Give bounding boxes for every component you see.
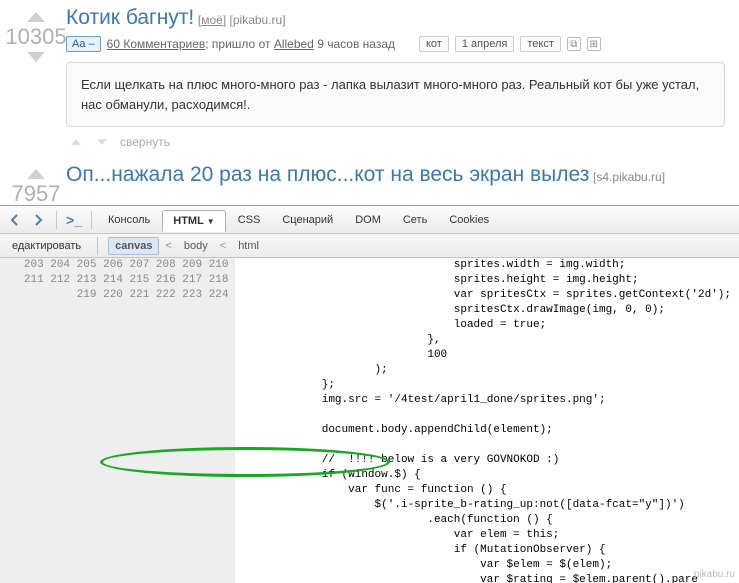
vote-column: 10305 <box>6 6 66 133</box>
author-link[interactable]: Allebed <box>274 37 314 51</box>
post-body: Если щелкать на плюс много-много раз - л… <box>66 62 725 127</box>
collapse-label[interactable]: свернуть <box>120 135 170 149</box>
collapse-row: свернуть <box>0 135 739 149</box>
nav-back-icon[interactable] <box>4 210 26 230</box>
post-content: Оп...нажала 20 раз на плюс...кот на весь… <box>66 163 729 207</box>
line-gutter: 203 204 205 206 207 208 209 210 211 212 … <box>0 258 235 583</box>
separator <box>91 211 92 229</box>
post-domain: [s4.pikabu.ru] <box>593 170 665 184</box>
nav-forward-icon[interactable] <box>28 210 50 230</box>
chevron-down-icon: ▼ <box>207 217 215 226</box>
vote-score: 7957 <box>12 183 61 205</box>
vote-score: 10305 <box>5 26 66 48</box>
upvote-icon[interactable] <box>25 167 47 181</box>
watermark: pikabu.ru <box>694 569 735 580</box>
upvote-icon[interactable] <box>25 10 47 24</box>
expand-icon[interactable]: ⊞ <box>587 37 601 51</box>
post-1: 10305 Котик багнут! [моё] [pikabu.ru] Aa… <box>0 0 739 133</box>
devtools-panel: >_ Консоль HTML▼ CSS Сценарий DOM Сеть C… <box>0 205 739 582</box>
edit-button[interactable]: едактировать <box>6 238 87 254</box>
tag[interactable]: кот <box>419 36 449 52</box>
tab-console[interactable]: Консоль <box>98 210 160 230</box>
collapse-down-icon[interactable] <box>96 139 107 146</box>
breadcrumb-html[interactable]: html <box>232 238 265 254</box>
tab-script[interactable]: Сценарий <box>272 210 343 230</box>
tab-cookies[interactable]: Cookies <box>439 210 499 230</box>
devtools-toolbar: >_ Консоль HTML▼ CSS Сценарий DOM Сеть C… <box>0 206 739 234</box>
post-title-meta: [моё] [pikabu.ru] <box>198 13 286 27</box>
post-meta-row: Aa – 60 Комментариев; пришло от Allebed … <box>66 36 729 52</box>
comments-link[interactable]: 60 Комментариев <box>107 37 206 51</box>
copy-icon[interactable]: ⧉ <box>567 37 581 51</box>
tab-html[interactable]: HTML▼ <box>162 210 225 232</box>
code-lines[interactable]: sprites.width = img.width; sprites.heigh… <box>235 258 739 583</box>
post-title[interactable]: Котик багнут! <box>66 6 194 29</box>
mine-label[interactable]: моё <box>201 13 223 27</box>
downvote-icon[interactable] <box>25 50 47 64</box>
tab-dom[interactable]: DOM <box>345 210 391 230</box>
font-size-badge[interactable]: Aa – <box>66 36 101 52</box>
devtools-breadcrumb: едактировать canvas < body < html <box>0 234 739 258</box>
chevron-left-icon: < <box>165 240 171 252</box>
post-2: 7957 Оп...нажала 20 раз на плюс...кот на… <box>0 149 739 207</box>
post-domain: [pikabu.ru] <box>230 13 286 27</box>
breadcrumb-canvas[interactable]: canvas <box>108 237 159 255</box>
code-panel: 203 204 205 206 207 208 209 210 211 212 … <box>0 258 739 583</box>
collapse-up-icon[interactable] <box>70 139 81 146</box>
separator <box>56 211 57 229</box>
breadcrumb-body[interactable]: body <box>178 238 214 254</box>
post-time: 9 часов назад <box>317 37 395 51</box>
vote-column: 7957 <box>6 163 66 207</box>
tag[interactable]: 1 апреля <box>455 36 515 52</box>
tab-net[interactable]: Сеть <box>393 210 437 230</box>
tab-css[interactable]: CSS <box>228 210 271 230</box>
chevron-left-icon: < <box>220 240 226 252</box>
console-toggle-icon[interactable]: >_ <box>63 210 85 230</box>
post-content: Котик багнут! [моё] [pikabu.ru] Aa – 60 … <box>66 6 729 133</box>
separator <box>97 237 98 255</box>
post-title[interactable]: Оп...нажала 20 раз на плюс...кот на весь… <box>66 163 589 186</box>
tag[interactable]: текст <box>520 36 561 52</box>
meta-text: 60 Комментариев; пришло от Allebed 9 час… <box>107 37 395 51</box>
